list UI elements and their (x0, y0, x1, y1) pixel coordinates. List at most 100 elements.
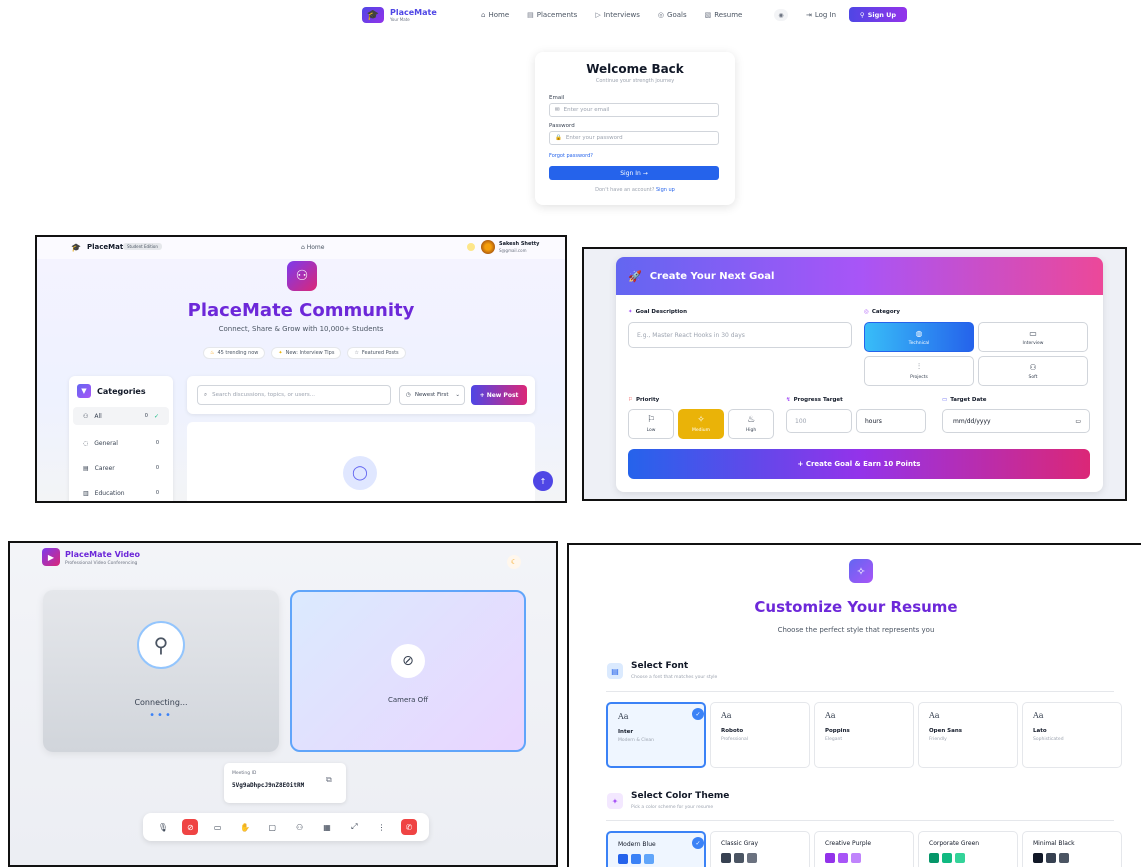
forgot-password-link[interactable]: Forgot password? (549, 153, 593, 159)
clock-icon: ◷ (406, 392, 411, 398)
category-interview[interactable]: ▭ Interview (978, 322, 1088, 352)
home-link[interactable]: ⌂ Home (301, 244, 324, 251)
theme-card-creative-purple[interactable]: Creative Purple (814, 831, 914, 867)
posts-area: ◯ (187, 422, 535, 501)
chat-icon[interactable]: ▢ (264, 819, 280, 835)
sun-icon[interactable] (467, 243, 475, 251)
category-projects[interactable]: ⫶ Projects (864, 356, 974, 386)
font-card-poppins[interactable]: Aa Poppins Elegant (814, 702, 914, 768)
interview-tips-chip[interactable]: ✦ New: Interview Tips (271, 347, 342, 359)
user-name: Sakesh Shetty (499, 241, 540, 247)
microphone-icon[interactable]: 🎙 (155, 819, 171, 835)
category-soft[interactable]: ⚇ Soft (978, 356, 1088, 386)
nav-goals[interactable]: ◎ Goals (658, 11, 687, 19)
progress-input[interactable]: 100 (786, 409, 852, 433)
grid-icon[interactable]: ▦ (319, 819, 335, 835)
swatch (955, 853, 965, 863)
goal-header: 🚀 Create Your Next Goal (616, 257, 1103, 295)
avatar[interactable] (481, 240, 495, 254)
theme-card-modern-blue[interactable]: Modern Blue ✓ (606, 831, 706, 867)
font-card-open-sans[interactable]: Aa Open Sans Friendly (918, 702, 1018, 768)
resume-subtitle: Choose the perfect style that represents… (777, 626, 935, 634)
nav-interviews[interactable]: ▷ Interviews (595, 11, 640, 19)
swatch (851, 853, 861, 863)
priority-low[interactable]: ⚐ Low (628, 409, 674, 439)
screen-share-icon[interactable]: ▭ (210, 819, 226, 835)
camera-off-icon: ⊘ (391, 644, 425, 678)
nav-resume[interactable]: ▧ Resume (705, 11, 743, 19)
video-title: PlaceMate Video (65, 550, 141, 559)
category-general[interactable]: ◌ General 0 (73, 434, 169, 452)
font-card-roboto[interactable]: Aa Roboto Professional (710, 702, 810, 768)
email-field[interactable]: ✉ Enter your email (549, 103, 719, 117)
copy-icon[interactable]: ⧉ (326, 775, 332, 785)
flame-icon: ♨ (210, 350, 215, 356)
brand-sub: Your Mate (390, 17, 410, 22)
video-subtitle: Professional Video Conferencing (65, 561, 138, 566)
swatch (942, 853, 952, 863)
password-field[interactable]: 🔒 Enter your password (549, 131, 719, 145)
signup-button[interactable]: ⚲ Sign Up (849, 7, 907, 22)
font-section-title: Select Font (631, 661, 689, 671)
color-swatches (618, 854, 694, 864)
more-icon[interactable]: ⋮ (374, 819, 390, 835)
community-header: 🎓 PlaceMate Student Edition ⌂ Home Sakes… (37, 237, 565, 259)
meeting-id-card: Meeting ID 5Vg9aDhpcJ9nZ8EOitRM ⧉ (224, 763, 346, 803)
search-input[interactable]: ⌕ Search discussions, topics, or users... (197, 385, 391, 405)
camera-toggle-icon[interactable]: ⊘ (182, 819, 199, 835)
raise-hand-icon[interactable]: ✋ (237, 819, 253, 835)
fullscreen-icon[interactable]: ⤢ (346, 819, 362, 835)
arrow-up-icon: ↑ (539, 476, 547, 486)
sort-select[interactable]: ◷ Newest First ⌄ (399, 385, 465, 405)
meeting-id-label: Meeting ID (232, 771, 257, 776)
category-all[interactable]: ⚇ All 0 ✓ (73, 407, 169, 425)
goal-panel: 🚀 Create Your Next Goal ✦ Goal Descriptio… (582, 247, 1127, 501)
theme-card-minimal-black[interactable]: Minimal Black (1022, 831, 1122, 867)
font-section-sub: Choose a font that matches your style (631, 675, 718, 680)
theme-card-corporate-green[interactable]: Corporate Green (918, 831, 1018, 867)
priority-high[interactable]: ♨ High (728, 409, 774, 439)
chips-row: ♨ 45 trending now ✦ New: Interview Tips ☆ F… (203, 347, 406, 359)
swatch (838, 853, 848, 863)
nav-home[interactable]: ⌂ Home (481, 11, 509, 19)
swatch (1059, 853, 1069, 863)
target-date-input[interactable]: mm/dd/yyyy ▭ (942, 409, 1090, 433)
new-post-button[interactable]: + New Post (471, 385, 527, 405)
moon-icon[interactable]: ☾ (507, 555, 521, 569)
brand[interactable]: 🎓 PlaceMate Your Mate (362, 7, 437, 23)
category-education[interactable]: ▥ Education 0 (73, 484, 169, 501)
font-card-inter[interactable]: Aa Inter Modern & Clean ✓ (606, 702, 706, 768)
user-plus-icon: ⚲ (859, 10, 865, 19)
font-card-lato[interactable]: Aa Lato Sophisticated (1022, 702, 1122, 768)
login-button[interactable]: ⇥ Log In (806, 11, 836, 19)
end-call-icon[interactable]: ✆ (400, 819, 417, 835)
create-goal-button[interactable]: + Create Goal & Earn 10 Points (628, 449, 1090, 479)
signin-button[interactable]: Sign In → (549, 166, 719, 180)
featured-chip[interactable]: ☆ Featured Posts (347, 347, 406, 359)
priority-medium[interactable]: ✧ Medium (678, 409, 724, 439)
trend-icon: ↯ (786, 397, 791, 403)
top-navbar: 🎓 PlaceMate Your Mate ⌂ Home ▤ Placements … (0, 0, 1141, 30)
progress-unit-select[interactable]: hours (856, 409, 926, 433)
filter-icon: ▼ (77, 384, 91, 398)
category-career[interactable]: ▤ Career 0 (73, 459, 169, 477)
trending-chip[interactable]: ♨ 45 trending now (203, 347, 266, 359)
community-brand: PlaceMate (87, 243, 128, 251)
color-swatches (929, 853, 1007, 863)
target-icon: ◎ (657, 11, 665, 19)
theme-toggle-icon[interactable]: ◉ (774, 9, 788, 21)
signup-link[interactable]: Sign up (656, 187, 675, 193)
empty-chat-icon: ◯ (343, 456, 377, 490)
goal-description-input[interactable]: E.g., Master React Hooks in 30 days (628, 322, 852, 348)
camera-off-text: Camera Off (387, 696, 429, 704)
category-technical[interactable]: ◍ Technical (864, 322, 974, 352)
nav-placements[interactable]: ▤ Placements (527, 11, 577, 19)
theme-card-classic-gray[interactable]: Classic Gray (710, 831, 810, 867)
calendar-icon: ▭ (1029, 328, 1037, 338)
swatch (618, 854, 628, 864)
login-subtitle: Continue your strength journey (595, 78, 675, 84)
user-icon: ⚲ (137, 621, 185, 669)
desc-label: ✦ Goal Description (628, 309, 687, 315)
scroll-top-button[interactable]: ↑ (533, 471, 553, 491)
participants-icon[interactable]: ⚇ (292, 819, 308, 835)
